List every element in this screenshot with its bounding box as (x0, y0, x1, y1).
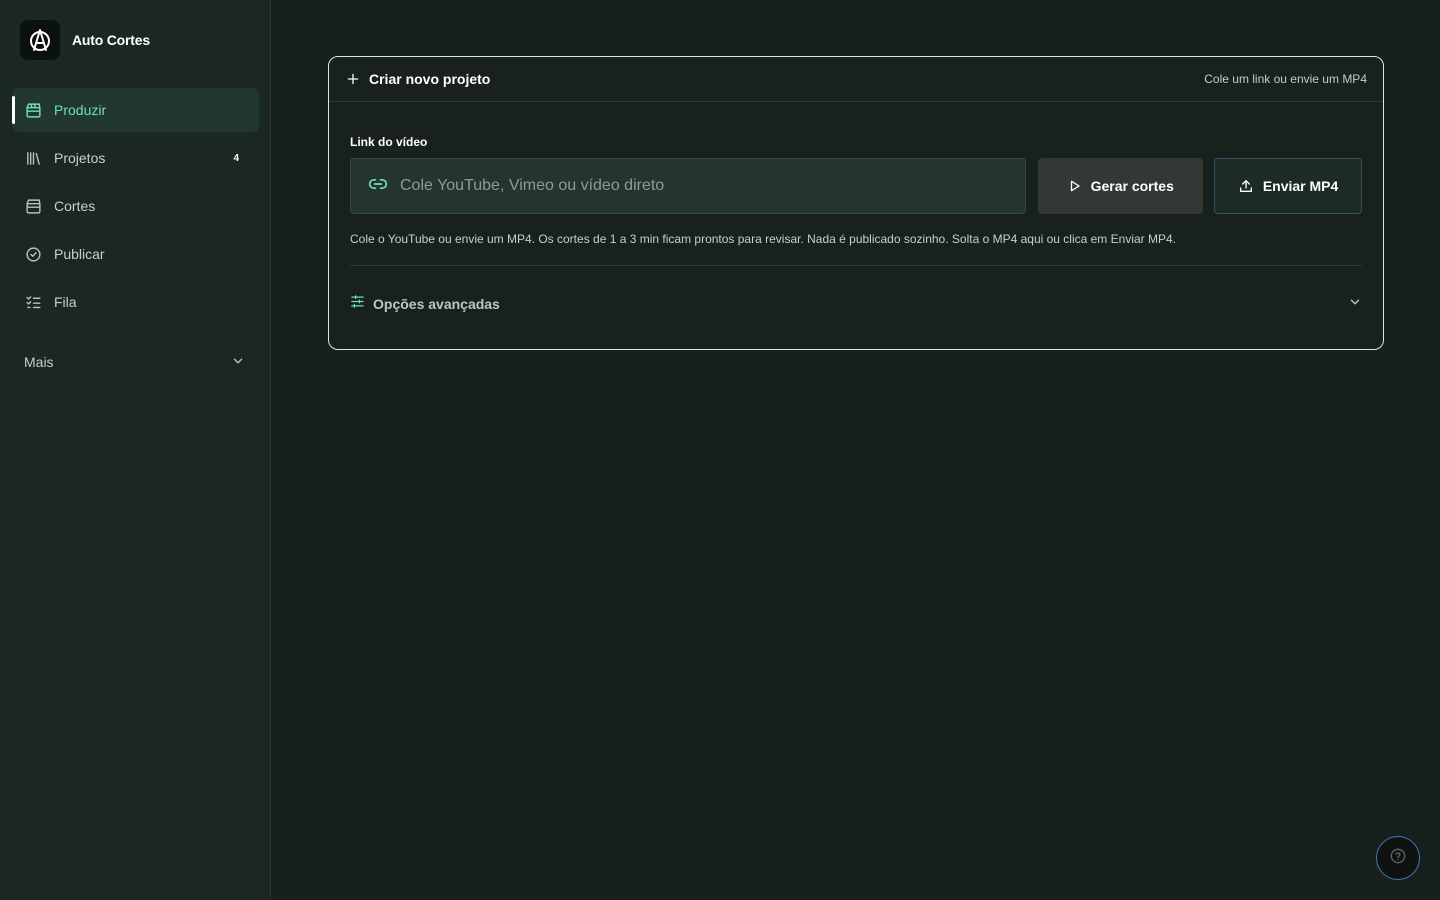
upload-mp4-label: Enviar MP4 (1262, 178, 1339, 194)
card-title: Criar novo projeto (346, 71, 490, 87)
chevron-down-icon (231, 354, 245, 371)
brand[interactable]: Auto Cortes (20, 20, 150, 60)
help-text: Cole o YouTube ou envie um MP4. Os corte… (350, 232, 1176, 246)
advanced-options-toggle[interactable]: Opções avançadas (350, 266, 1362, 342)
video-link-label: Link do vídeo (350, 135, 428, 149)
film-icon (24, 197, 42, 215)
app-name: Auto Cortes (72, 32, 150, 48)
video-url-input[interactable] (400, 177, 1026, 195)
sidebar-item-produzir[interactable]: Produzir (12, 88, 259, 132)
sidebar-item-cortes[interactable]: Cortes (12, 184, 259, 228)
generate-cuts-label: Gerar cortes (1090, 178, 1174, 194)
library-icon (24, 149, 42, 167)
sidebar-item-label: Cortes (54, 198, 96, 214)
input-row: Gerar cortes Enviar MP4 (350, 158, 1362, 214)
help-circle-icon (1390, 848, 1406, 869)
play-icon (1070, 180, 1080, 192)
card-body: Link do vídeo Ger (329, 102, 1383, 342)
advanced-options-label: Opções avançadas (373, 296, 500, 312)
sidebar-item-publicar[interactable]: Publicar (12, 232, 259, 276)
video-url-field[interactable] (350, 158, 1027, 214)
check-circle-icon (24, 245, 42, 263)
new-project-card: Criar novo projeto Cole um link ou envie… (328, 56, 1384, 350)
plus-icon (346, 72, 360, 86)
logo-icon (20, 20, 60, 60)
generate-cuts-button[interactable]: Gerar cortes (1038, 158, 1204, 214)
upload-icon (1239, 180, 1252, 192)
link-icon (368, 174, 388, 199)
sidebar-item-label: Projetos (54, 150, 106, 166)
sidebar-item-fila[interactable]: Fila (12, 280, 259, 324)
chevron-down-icon (1348, 295, 1362, 314)
sidebar-item-label: Produzir (54, 102, 107, 118)
sidebar-nav: Produzir Projetos 4 Cortes Publicar Fila (12, 88, 259, 328)
count-badge: 4 (233, 152, 239, 164)
list-checks-icon (24, 293, 42, 311)
card-header: Criar novo projeto Cole um link ou envie… (329, 57, 1383, 102)
sliders-icon (350, 294, 365, 314)
upload-mp4-button[interactable]: Enviar MP4 (1214, 158, 1362, 214)
card-hint: Cole um link ou envie um MP4 (1204, 72, 1367, 86)
sidebar-item-projetos[interactable]: Projetos 4 (12, 136, 259, 180)
clapperboard-icon (24, 101, 42, 119)
more-label: Mais (24, 354, 54, 370)
help-button[interactable] (1376, 836, 1420, 880)
sidebar-more-toggle[interactable]: Mais (12, 340, 259, 384)
sidebar-item-label: Fila (54, 294, 77, 310)
sidebar-item-label: Publicar (54, 246, 105, 262)
sidebar: Auto Cortes Produzir Projetos 4 Cortes P… (0, 0, 271, 900)
card-title-text: Criar novo projeto (369, 71, 491, 87)
